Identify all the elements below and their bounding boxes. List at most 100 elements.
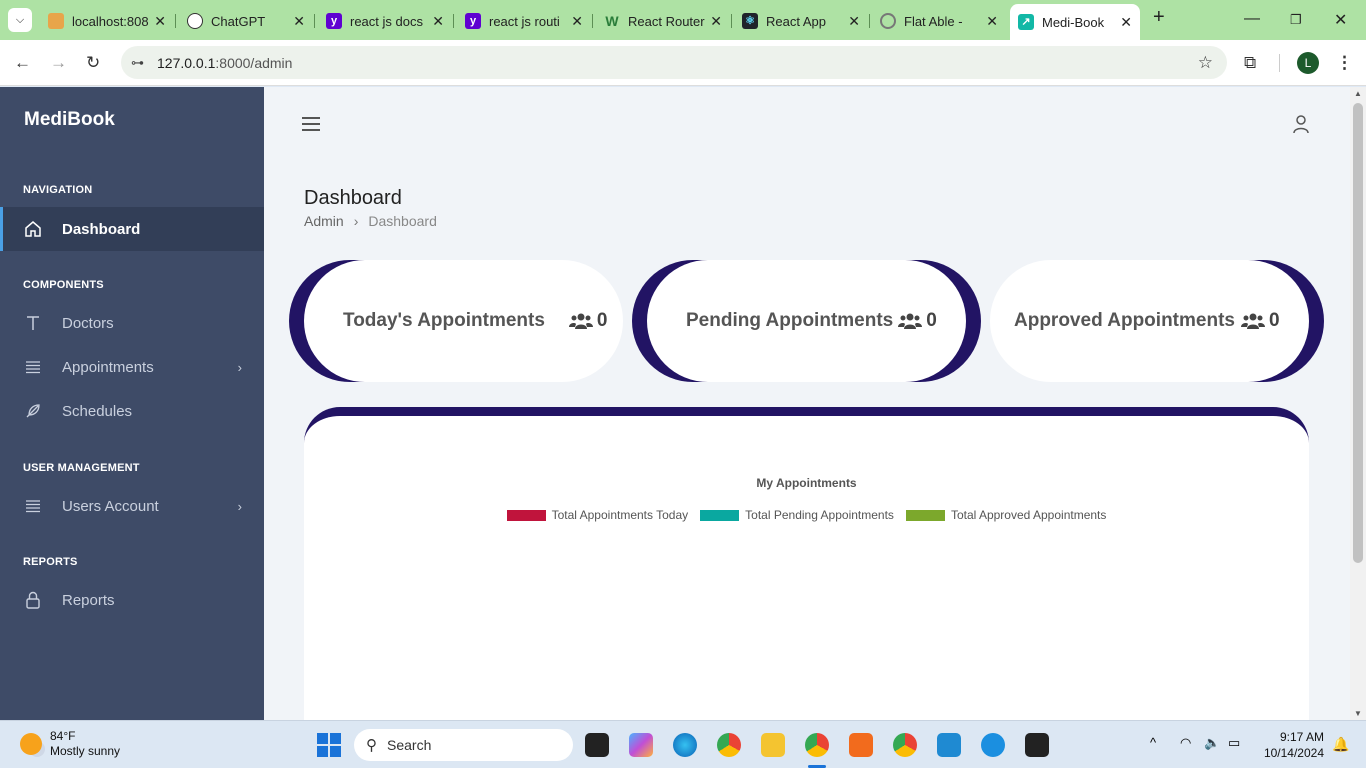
users-icon — [568, 313, 593, 329]
close-tab-icon[interactable]: ✕ — [986, 13, 998, 30]
bookmark-star-icon[interactable]: ☆ — [1198, 53, 1213, 73]
close-tab-icon[interactable]: ✕ — [154, 13, 166, 30]
legend-item[interactable]: Total Pending Appointments — [700, 508, 894, 522]
section-navigation: NAVIGATION — [23, 184, 93, 196]
section-reports: REPORTS — [23, 556, 78, 568]
sidebar-item-label: Schedules — [62, 402, 133, 420]
skype-icon[interactable] — [981, 733, 1005, 757]
stat-card-label: Approved Appointments — [1014, 310, 1235, 331]
stat-card-label: Today's Appointments — [343, 310, 545, 331]
sidebar-item-reports[interactable]: Reports — [0, 578, 264, 622]
react-icon: ⚛ — [742, 13, 758, 29]
scrollbar-thumb[interactable] — [1353, 103, 1363, 563]
home-icon — [24, 220, 42, 238]
url-text: 127.0.0.1:8000/admin — [157, 54, 293, 71]
xampp-icon[interactable] — [849, 733, 873, 757]
sidebar-item-label: Users Account — [62, 497, 159, 515]
chart-legend: Total Appointments Today Total Pending A… — [304, 508, 1309, 522]
close-tab-icon[interactable]: ✕ — [710, 13, 722, 30]
tab-title: react js routi — [489, 13, 560, 29]
edge-icon[interactable] — [673, 733, 697, 757]
chrome-icon[interactable] — [717, 733, 741, 757]
brand-logo[interactable]: MediBook — [24, 109, 115, 131]
appointments-chart-card: My Appointments Total Appointments Today… — [304, 407, 1309, 727]
volume-icon[interactable]: 🔈 — [1204, 735, 1220, 751]
stat-card-approved[interactable]: Approved Appointments 0 — [990, 260, 1309, 382]
browser-menu-icon[interactable]: ⋮ — [1336, 53, 1353, 73]
close-tab-icon[interactable]: ✕ — [848, 13, 860, 30]
extensions-icon[interactable]: ⧉ — [1244, 53, 1256, 73]
breadcrumb-root[interactable]: Admin — [304, 213, 344, 229]
sidebar-item-doctors[interactable]: Doctors — [0, 301, 264, 345]
stat-card-today[interactable]: Today's Appointments 0 — [304, 260, 623, 382]
sidebar-item-users-account[interactable]: Users Account › — [0, 484, 264, 528]
back-button[interactable]: ← — [14, 53, 31, 73]
page-scrollbar[interactable]: ▲ ▼ — [1350, 87, 1366, 720]
notification-bell-icon[interactable]: 🔔 — [1332, 736, 1349, 753]
lock-icon — [24, 591, 42, 609]
tab-search-button[interactable]: ⌵ — [8, 8, 32, 32]
tab-title: React Router — [628, 13, 705, 29]
tab-title: Medi-Book — [1042, 14, 1105, 30]
windows-start-icon[interactable] — [317, 733, 341, 757]
chevron-down-icon: ⌵ — [15, 13, 25, 26]
minimize-button[interactable]: — — [1244, 10, 1260, 28]
sidebar-item-dashboard[interactable]: Dashboard — [0, 207, 264, 251]
chrome-profile-icon-2[interactable] — [893, 733, 917, 757]
browser-tab[interactable]: W React Router ✕ — [604, 6, 722, 36]
chevron-up-icon[interactable]: ^ — [1150, 735, 1156, 750]
sidebar-item-schedules[interactable]: Schedules — [0, 389, 264, 433]
address-bar-row: ← → ↻ ⊶ 127.0.0.1:8000/admin ☆ ⧉ L ⋮ — [0, 40, 1366, 86]
legend-swatch — [506, 509, 546, 521]
terminal-icon[interactable] — [1025, 733, 1049, 757]
chevron-right-icon: › — [237, 498, 242, 514]
sun-cloud-icon — [20, 733, 42, 755]
profile-avatar[interactable]: L — [1297, 52, 1319, 74]
search-icon: ⚲ — [366, 737, 377, 754]
menu-lines-icon — [24, 358, 42, 376]
window-close-button[interactable]: ✕ — [1334, 10, 1347, 30]
browser-tab[interactable]: y react js routi ✕ — [465, 6, 583, 36]
yahoo-icon: y — [326, 13, 342, 29]
stat-card-pending[interactable]: Pending Appointments 0 — [647, 260, 966, 382]
close-tab-icon[interactable]: ✕ — [432, 13, 444, 30]
close-tab-icon[interactable]: ✕ — [1120, 14, 1132, 31]
browser-tab-active[interactable]: ↗ Medi-Book ✕ — [1010, 4, 1140, 40]
weather-temp: 84°F — [50, 729, 76, 743]
new-tab-button[interactable]: + — [1153, 6, 1165, 29]
weather-widget[interactable]: 84°F Mostly sunny — [20, 729, 120, 759]
favicon-icon — [48, 13, 64, 29]
forward-button[interactable]: → — [50, 53, 67, 73]
breadcrumb-current: Dashboard — [368, 213, 437, 229]
wifi-icon[interactable]: ◠ — [1180, 735, 1191, 751]
restore-button[interactable]: ❐ — [1290, 12, 1302, 28]
sidebar-item-appointments[interactable]: Appointments › — [0, 345, 264, 389]
taskbar-search[interactable]: ⚲ Search — [354, 729, 573, 761]
task-view-icon[interactable] — [585, 733, 609, 757]
close-tab-icon[interactable]: ✕ — [571, 13, 583, 30]
user-profile-icon[interactable] — [1292, 114, 1310, 139]
close-tab-icon[interactable]: ✕ — [293, 13, 305, 30]
chrome-profile-icon[interactable] — [805, 733, 829, 757]
browser-tab[interactable]: ChatGPT ✕ — [187, 6, 305, 36]
battery-icon[interactable]: ▭ — [1228, 735, 1240, 751]
browser-tab[interactable]: ⚛ React App ✕ — [742, 6, 860, 36]
reload-button[interactable]: ↻ — [86, 53, 100, 73]
users-icon — [898, 313, 923, 329]
url-bar[interactable]: ⊶ 127.0.0.1:8000/admin ☆ — [121, 46, 1227, 79]
browser-tab[interactable]: Flat Able - P ✕ — [880, 6, 998, 36]
file-explorer-icon[interactable] — [761, 733, 785, 757]
tab-title: react js docs — [350, 13, 423, 29]
hamburger-menu-icon[interactable] — [302, 117, 320, 131]
vscode-icon[interactable] — [937, 733, 961, 757]
page-title: Dashboard — [304, 187, 402, 209]
chevron-right-icon: › — [237, 359, 242, 375]
system-clock[interactable]: 9:17 AM 10/14/2024 — [1264, 729, 1324, 761]
browser-tab[interactable]: localhost:808 ✕ — [48, 6, 166, 36]
copilot-icon[interactable] — [629, 733, 653, 757]
windows-taskbar: 84°F Mostly sunny ⚲ Search ^ ◠ 🔈 ▭ 9:17 … — [0, 720, 1366, 768]
legend-item[interactable]: Total Appointments Today — [506, 508, 688, 522]
legend-item[interactable]: Total Approved Appointments — [905, 508, 1106, 522]
browser-tab[interactable]: y react js docs ✕ — [326, 6, 444, 36]
site-info-icon[interactable]: ⊶ — [131, 55, 144, 71]
